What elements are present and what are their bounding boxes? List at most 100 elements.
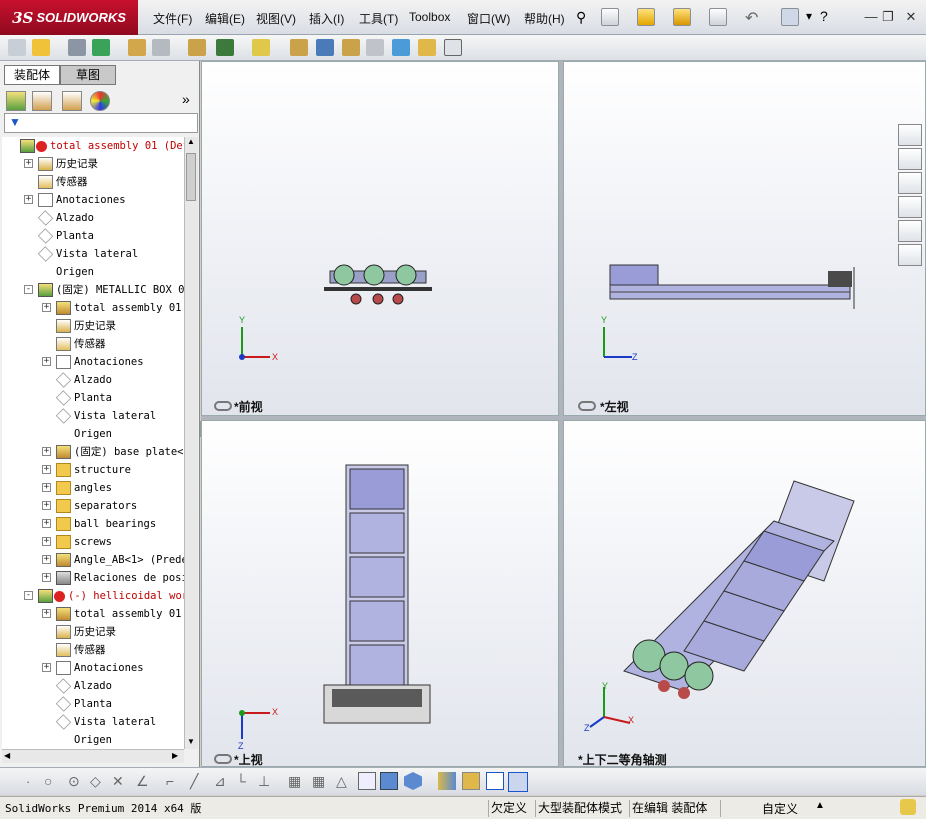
tree-item[interactable]: + Angle_AB<1> (Predete: (2, 551, 184, 569)
tree-item[interactable]: - (固定) METALLIC BOX 01< (2, 281, 184, 299)
expand-toggle-icon[interactable]: + (42, 519, 51, 528)
tree-horizontal-scrollbar[interactable]: ◀ ▶ (2, 749, 184, 763)
help-question-icon[interactable]: ? (820, 8, 828, 24)
expand-toggle-icon[interactable]: + (42, 555, 51, 564)
viewport-front[interactable]: Y X *前视 (201, 61, 559, 416)
expand-toggle-icon[interactable]: + (24, 159, 33, 168)
angle-icon[interactable]: ∠ (136, 773, 149, 790)
view-cube-icon[interactable] (404, 772, 422, 790)
line-icon[interactable]: ╱ (190, 773, 198, 790)
menu-insert[interactable]: 插入(I) (309, 10, 344, 27)
collapse-toggle-icon[interactable]: - (24, 591, 33, 600)
panel-expand-chevron-icon[interactable]: » (182, 91, 190, 107)
render-tools-icon[interactable] (462, 772, 480, 790)
tree-item[interactable]: Planta (2, 389, 184, 407)
pin-icon[interactable]: ⚲ (576, 9, 586, 26)
tree-item[interactable]: + Anotaciones (2, 353, 184, 371)
configuration-manager-icon[interactable] (62, 91, 82, 111)
expand-toggle-icon[interactable]: + (42, 609, 51, 618)
sketch-grid-icon[interactable]: ▦ (312, 773, 325, 790)
circle-icon[interactable]: ○ (44, 773, 52, 789)
tree-scroll-thumb[interactable] (186, 153, 196, 201)
featuremanager-tree-icon[interactable] (6, 91, 26, 111)
tree-item[interactable]: 历史记录 (2, 623, 184, 641)
expand-toggle-icon[interactable]: + (24, 195, 33, 204)
view-palette-icon[interactable] (898, 196, 922, 218)
move-component-icon[interactable] (152, 39, 170, 56)
tree-item[interactable]: + Anotaciones (2, 659, 184, 677)
custom-properties-icon[interactable] (898, 244, 922, 266)
tree-item[interactable]: + separators (2, 497, 184, 515)
tree-item[interactable]: Origen (2, 731, 184, 749)
print-icon[interactable] (709, 8, 727, 26)
tree-item[interactable]: Vista lateral (2, 407, 184, 425)
center-point-icon[interactable]: ⊙ (68, 773, 80, 790)
expand-toggle-icon[interactable]: + (42, 483, 51, 492)
box-3d-icon[interactable] (358, 772, 376, 790)
expand-toggle-icon[interactable]: + (42, 573, 51, 582)
tree-item[interactable]: + angles (2, 479, 184, 497)
tree-item[interactable]: Alzado (2, 209, 184, 227)
close-button[interactable]: ✕ (903, 10, 919, 24)
restore-button[interactable]: ❐ (880, 10, 896, 24)
section-planes-icon[interactable] (438, 772, 456, 790)
rebuild-warning-icon[interactable] (673, 8, 691, 26)
tree-item[interactable]: + (固定) base plate<1> (2, 443, 184, 461)
mate-icon[interactable] (68, 39, 86, 56)
new-part-icon[interactable] (32, 39, 50, 56)
new-document-icon[interactable] (601, 8, 619, 26)
scroll-left-arrow-icon[interactable]: ◀ (4, 751, 10, 760)
menu-edit[interactable]: 编辑(E) (205, 10, 245, 27)
minimize-button[interactable]: — (863, 10, 879, 24)
tree-item[interactable]: Alzado (2, 677, 184, 695)
collapse-toggle-icon[interactable]: - (24, 285, 33, 294)
interference-detection-icon[interactable] (392, 39, 410, 56)
exploded-view-icon[interactable] (342, 39, 360, 56)
show-hidden-icon[interactable] (188, 39, 206, 56)
viewport-top[interactable]: X Z *上视 (201, 420, 559, 767)
tree-item[interactable]: Alzado (2, 371, 184, 389)
viewport-vertical-splitter[interactable] (559, 61, 563, 767)
tree-item[interactable]: 传感器 (2, 641, 184, 659)
tree-item[interactable]: Planta (2, 695, 184, 713)
single-view-icon[interactable] (486, 772, 504, 790)
solidworks-resources-icon[interactable] (898, 124, 922, 146)
trim-icon[interactable]: ✕ (112, 773, 124, 790)
expand-toggle-icon[interactable]: + (42, 303, 51, 312)
menu-window[interactable]: 窗口(W) (467, 10, 510, 27)
tree-item[interactable]: Vista lateral (2, 713, 184, 731)
tree-item[interactable]: 传感器 (2, 335, 184, 353)
tree-item[interactable]: 传感器 (2, 173, 184, 191)
design-library-icon[interactable] (898, 148, 922, 170)
appearances-scenes-icon[interactable] (898, 220, 922, 242)
scroll-down-arrow-icon[interactable]: ▼ (187, 737, 195, 746)
display-manager-icon[interactable] (90, 91, 110, 111)
instant3d-icon[interactable] (418, 39, 436, 56)
viewport-left[interactable]: Y Z *左视 (563, 61, 926, 416)
sketch-triangle-icon[interactable]: △ (336, 773, 347, 790)
menu-toolbox[interactable]: Toolbox (409, 10, 450, 24)
tree-item[interactable]: + ball bearings (2, 515, 184, 533)
insert-component-icon[interactable] (8, 39, 26, 56)
tree-item[interactable]: + 历史记录 (2, 155, 184, 173)
chevron-down-icon[interactable]: ▾ (806, 9, 812, 23)
tree-item[interactable]: 历史记录 (2, 317, 184, 335)
file-explorer-icon[interactable] (898, 172, 922, 194)
tab-sketch[interactable]: 草图 (60, 65, 116, 85)
menu-help[interactable]: 帮助(H) (524, 10, 565, 27)
reference-geometry-icon[interactable] (252, 39, 270, 56)
corner-icon[interactable]: └ (236, 773, 246, 789)
menu-tools[interactable]: 工具(T) (359, 10, 398, 27)
tree-item[interactable]: + total assembly 01 中| (2, 299, 184, 317)
scroll-right-arrow-icon[interactable]: ▶ (172, 751, 178, 760)
status-custom-units[interactable]: 自定义 (762, 800, 798, 817)
tree-item[interactable]: Origen (2, 263, 184, 281)
display-shaded-icon[interactable] (380, 772, 398, 790)
viewport-horizontal-splitter[interactable] (201, 416, 926, 420)
tree-filter-bar[interactable]: ▼ (4, 113, 198, 133)
expand-toggle-icon[interactable]: + (42, 465, 51, 474)
four-view-icon[interactable] (508, 772, 528, 792)
tree-item[interactable]: + Anotaciones (2, 191, 184, 209)
tree-item[interactable]: + structure (2, 461, 184, 479)
expand-toggle-icon[interactable]: + (42, 501, 51, 510)
